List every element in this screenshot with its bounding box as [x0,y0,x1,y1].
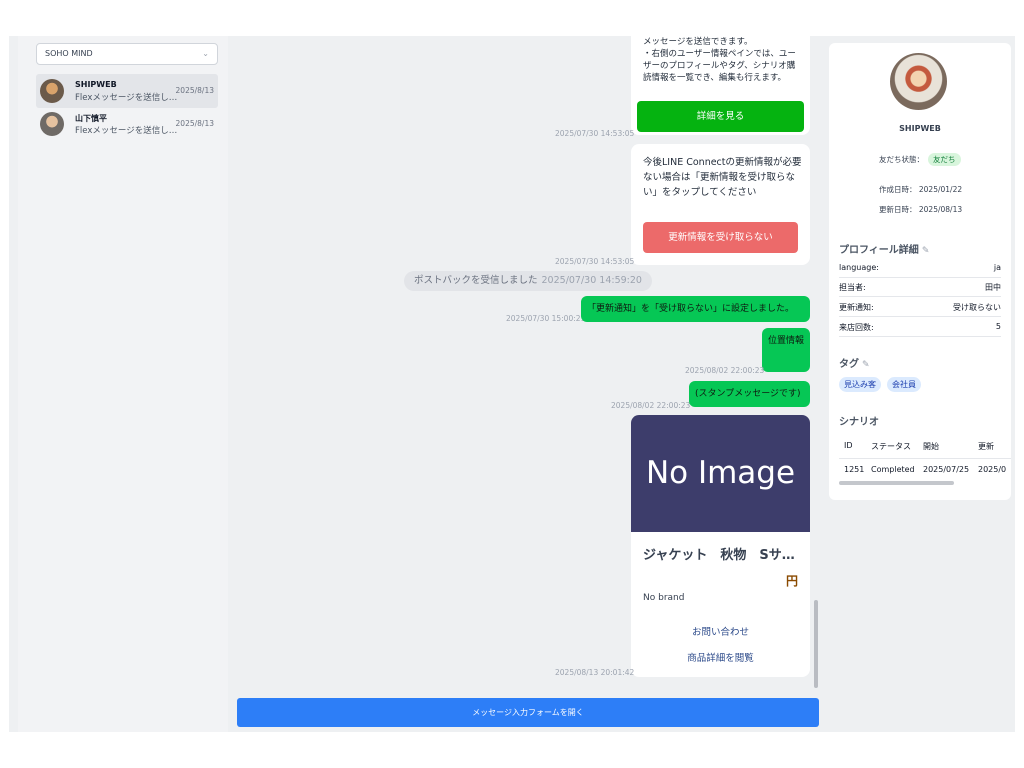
card-text-line: メッセージを送信できます。 [643,37,753,47]
friend-status-row: 友だち状態： 友だち [879,153,961,166]
scenario-title: シナリオ [839,417,879,428]
account-select[interactable]: SOHO MIND ⌄ [36,43,218,65]
conversation-preview: Flexメッセージを送信し… [75,93,178,103]
sent-message: (スタンプメッセージです) [689,381,810,407]
chat-scrollbar[interactable] [814,600,818,688]
created-label: 作成日時： [879,185,917,194]
conversation-date: 2025/8/13 [175,86,214,95]
user-info-panel: SHIPWEB 友だち状態： 友だち 作成日時： 2025/01/22 更新日時：… [829,43,1011,500]
conversation-preview: Flexメッセージを送信し… [75,126,178,136]
detail-value: 5 [995,322,1001,331]
profile-details-title-text: プロフィール詳細 [839,245,919,256]
created-value: 2025/01/22 [918,185,963,194]
table-cell: Completed [871,465,915,474]
created-row: 作成日時： 2025/01/22 [879,184,962,195]
detail-value: 田中 [985,283,1001,292]
card-text-line: ない場合は「更新情報を受け取らな [643,172,796,183]
detail-row: 来店回数: 5 [839,318,1001,337]
table-header: 更新 [978,442,994,451]
detail-row: 担当者: 田中 [839,278,1001,297]
conversation-name: 山下慎平 [75,114,107,123]
detail-key: 担当者: [839,283,866,292]
product-card: No Image ジャケット 秋物 Sサ… 円 No brand お問い合わせ … [631,415,810,677]
table-cell: 2025/07/25 [923,465,970,474]
sent-message: 「更新通知」を「受け取らない」に設定しました。 [581,296,810,322]
card-text-line: 今後LINE Connectの更新情報が必要 [643,157,802,168]
table-header: ID [844,441,853,450]
card-text-line: ・右側のユーザー情報ペインでは、ユー [643,49,796,59]
system-message-text: ポストバックを受信しました [414,275,538,286]
detail-key: language: [839,263,879,272]
updated-label: 更新日時： [879,205,917,214]
friend-status-label: 友だち状態： [879,155,924,164]
table-cell: 2025/0 [978,465,1007,474]
message-time: 2025/07/30 14:53:05 [555,129,635,138]
system-message: ポストバックを受信しました 2025/07/30 14:59:20 [404,271,652,291]
detail-value: 受け取らない [953,303,1001,312]
profile-image [890,53,947,110]
message-time: 2025/07/30 15:00:21 [506,314,586,323]
profile-details-title: プロフィール詳細 ✎ [839,241,929,256]
decline-updates-button[interactable]: 更新情報を受け取らない [643,222,798,253]
chat-area: メッセージを送信できます。 ・右側のユーザー情報ペインでは、ユー ザーのプロフィ… [228,36,819,732]
avatar [40,79,64,103]
conversation-name: SHIPWEB [75,80,117,89]
account-select-label: SOHO MIND [45,49,93,58]
tags-title: タグ ✎ [839,355,870,370]
details-button[interactable]: 詳細を見る [637,101,804,132]
scenario-table: ID ステータス 開始 更新 1251 Completed 2025/07/25… [839,435,1011,485]
conversation-date: 2025/8/13 [175,119,214,128]
tags-title-text: タグ [839,359,859,370]
detail-key: 更新通知: [839,303,874,312]
sent-message: 位置情報 [762,328,810,372]
product-brand: No brand [643,593,685,603]
friend-status-badge: 友だち [928,153,961,166]
product-price: 円 [785,574,798,588]
table-header: ステータス [871,442,911,451]
table-cell: 1251 [844,465,865,474]
conversation-item[interactable]: 山下慎平 Flexメッセージを送信し… 2025/8/13 [36,107,218,141]
conversation-item[interactable]: SHIPWEB Flexメッセージを送信し… 2025/8/13 [36,74,218,108]
contact-link[interactable]: お問い合わせ [631,624,810,638]
conversation-sidebar: SOHO MIND ⌄ SHIPWEB Flexメッセージを送信し… 2025/… [18,36,228,732]
system-message-time: 2025/07/30 14:59:20 [541,275,642,286]
product-detail-link[interactable]: 商品詳細を閲覧 [631,650,810,664]
table-horizontal-scrollbar[interactable] [839,481,954,485]
tag-badge[interactable]: 会社員 [887,377,921,392]
edit-icon[interactable]: ✎ [862,360,870,370]
table-header: 開始 [923,442,939,451]
avatar [40,112,64,136]
message-time: 2025/08/13 20:01:42 [555,668,635,677]
detail-row: 更新通知: 受け取らない [839,298,1001,317]
edit-icon[interactable]: ✎ [922,246,930,256]
card-text-line: い」をタップしてください [643,187,757,198]
flex-message-card: 今後LINE Connectの更新情報が必要 ない場合は「更新情報を受け取らな … [631,144,810,265]
updated-row: 更新日時： 2025/08/13 [879,204,962,215]
card-text-line: 読情報を一覧でき、編集も行えます。 [643,73,787,83]
flex-message-card: メッセージを送信できます。 ・右側のユーザー情報ペインでは、ユー ザーのプロフィ… [631,36,810,135]
message-time: 2025/08/02 22:00:23 [611,401,691,410]
tag-badge[interactable]: 見込み客 [839,377,881,392]
detail-row: language: ja [839,259,1001,278]
updated-value: 2025/08/13 [918,205,963,214]
chevron-down-icon: ⌄ [202,49,209,58]
profile-name: SHIPWEB [899,124,941,133]
message-time: 2025/08/02 22:00:23 [685,366,765,375]
detail-key: 来店回数: [839,323,874,332]
card-text-line: ザーのプロフィールやタグ、シナリオ購 [643,61,796,71]
detail-value: ja [993,263,1001,272]
product-title: ジャケット 秋物 Sサ… [643,548,795,563]
open-message-form-button[interactable]: メッセージ入力フォームを開く [237,698,819,727]
product-image-placeholder: No Image [631,415,810,532]
table-divider [839,458,1011,459]
message-time: 2025/07/30 14:53:05 [555,257,635,266]
